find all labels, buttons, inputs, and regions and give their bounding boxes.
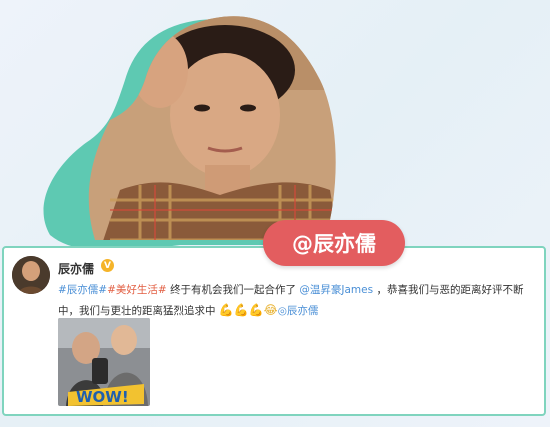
verified-badge-icon: V xyxy=(101,259,114,272)
emoji-group: 💪💪💪😂 xyxy=(218,303,278,317)
mention-link[interactable]: ◎辰亦儒 xyxy=(278,305,319,317)
weibo-post-card: 辰亦儒 V #辰亦儒##美好生活# 终于有机会我们一起合作了 @温昇豪James… xyxy=(2,246,546,416)
post-image: WOW! xyxy=(58,318,150,406)
avatar-image xyxy=(12,256,50,294)
mention-link[interactable]: @温昇豪James xyxy=(299,284,373,296)
hashtag-link[interactable]: #辰亦儒# xyxy=(58,284,107,296)
hashtag-link[interactable]: #美好生活# xyxy=(107,284,167,296)
post-text: #辰亦儒##美好生活# 终于有机会我们一起合作了 @温昇豪James ，恭喜我们… xyxy=(58,280,538,321)
avatar[interactable] xyxy=(12,256,50,294)
post-username[interactable]: 辰亦儒 xyxy=(58,260,94,277)
image-caption: WOW! xyxy=(76,388,129,406)
post-body-text: 终于有机会我们一起合作了 xyxy=(170,284,297,296)
username-tag: @辰亦儒 xyxy=(263,220,405,266)
portrait-photo xyxy=(88,16,336,240)
post-image-thumbnail[interactable]: WOW! xyxy=(58,318,150,406)
